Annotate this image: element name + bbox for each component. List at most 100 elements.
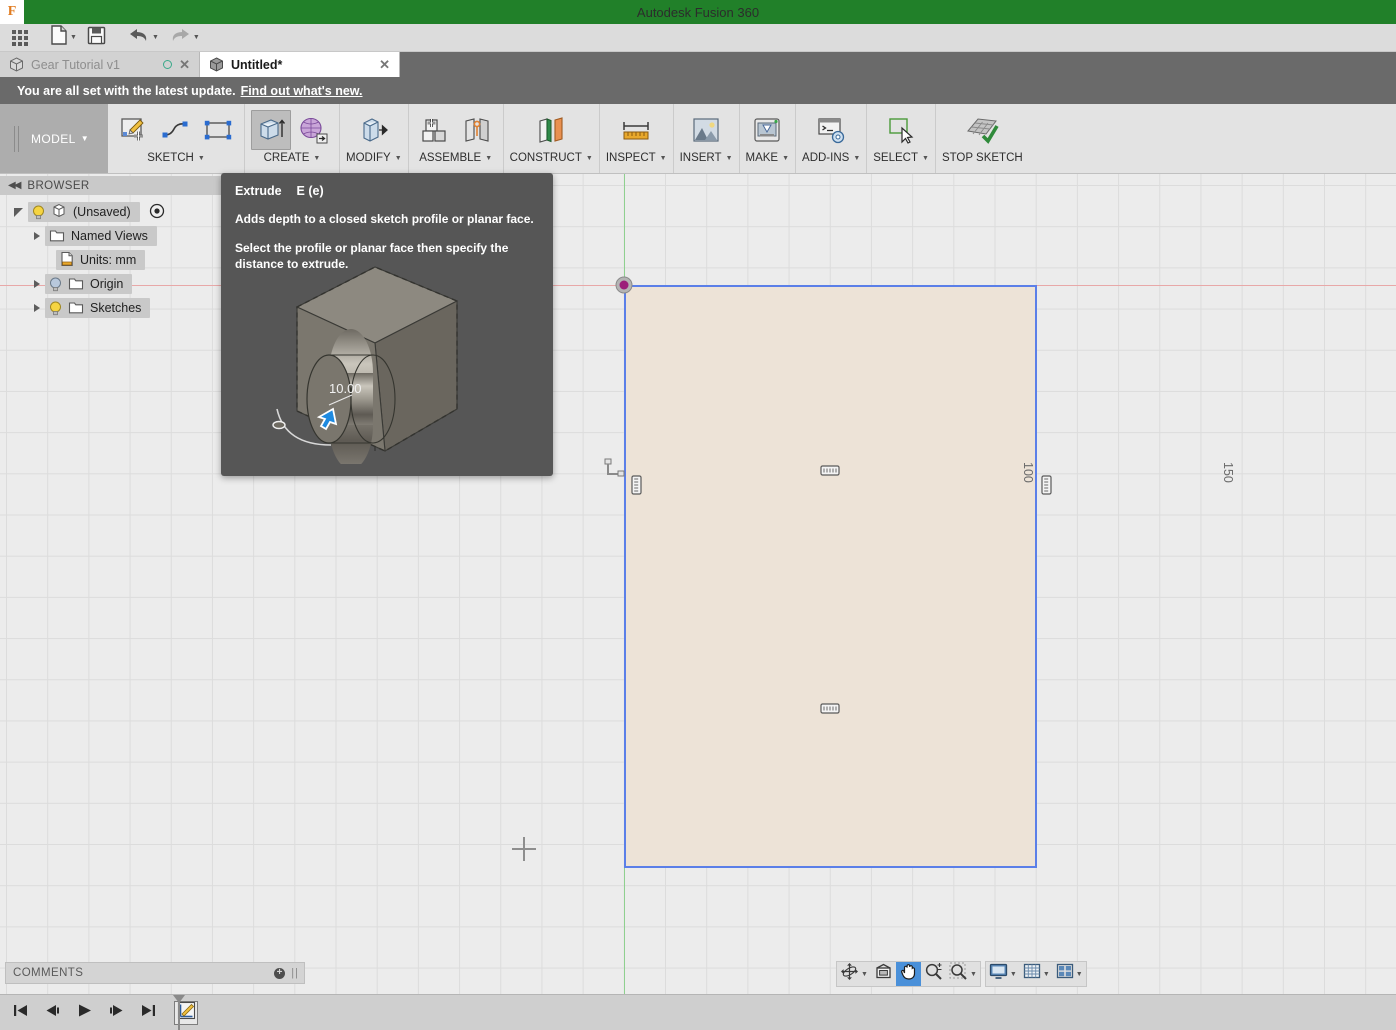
document-tab-gear-tutorial[interactable]: Gear Tutorial v1 ✕ [0,52,200,77]
display-settings-button[interactable]: ▼ [986,962,1020,986]
viewports-button[interactable]: ▼ [1053,962,1086,986]
grid-snaps-button[interactable]: ▼ [1020,962,1053,986]
document-tab-untitled[interactable]: Untitled* ✕ [200,52,400,77]
play-icon [76,1003,93,1023]
zoom-button[interactable] [921,962,946,986]
ribbon-drag-handle[interactable] [14,126,19,152]
stop-sketch-icon[interactable] [962,110,1002,150]
lightbulb-off-icon[interactable] [49,277,62,292]
comments-bar[interactable]: COMMENTS + | | [5,962,305,984]
3d-print-icon[interactable] [747,110,787,150]
chevron-down-icon[interactable]: ▼ [1043,971,1050,978]
crosshair-cursor-icon [512,837,536,861]
visibility-target-icon[interactable] [149,203,165,222]
close-icon[interactable]: ✕ [379,58,390,71]
chevron-down-icon[interactable]: ▼ [782,155,789,162]
select-cursor-icon[interactable] [881,110,921,150]
new-component-icon[interactable] [415,110,455,150]
pan-button[interactable] [896,962,921,986]
chevron-down-icon[interactable]: ▼ [861,971,868,978]
form-mesh-icon[interactable] [293,110,333,150]
vertical-constraint-left[interactable] [629,474,642,501]
tree-item-label: Units: mm [80,253,136,267]
chevron-down-icon[interactable]: ▼ [313,155,320,162]
lightbulb-on-icon[interactable] [49,301,62,316]
undo-button[interactable]: ▼ [124,25,163,51]
create-sketch-icon[interactable] [114,110,154,150]
chevron-down-icon[interactable]: ▼ [1076,971,1083,978]
timeline-playhead-icon[interactable] [172,994,186,1030]
comments-resize-handle[interactable]: | | [291,967,297,979]
skip-first-icon [12,1003,29,1023]
chevron-down-icon[interactable]: ▼ [922,155,929,162]
chevron-down-icon[interactable]: ▼ [586,155,593,162]
document-ruler-icon [60,251,74,270]
ribbon-group-label: MAKE [746,152,779,164]
pan-hand-icon [899,962,918,986]
ribbon-group-label: CREATE [264,152,310,164]
workspace-selector[interactable]: MODEL ▼ [0,104,108,173]
sketch-axis-gizmo-icon [601,457,627,488]
insert-image-icon[interactable] [686,110,726,150]
lightbulb-on-icon[interactable] [32,205,45,220]
horizontal-constraint-top[interactable] [819,462,841,483]
ribbon-group-make: MAKE ▼ [740,104,797,173]
plus-circle-icon[interactable]: + [274,968,285,979]
zoom-window-button[interactable]: ▼ [946,962,980,986]
tooltip-title: Extrude [235,184,282,198]
vertical-constraint-right[interactable] [1041,474,1054,501]
play-button[interactable] [72,1001,96,1025]
app-grid-button[interactable] [8,25,32,51]
save-button[interactable] [83,25,110,51]
chevron-right-icon[interactable] [34,232,40,240]
collapse-left-icon[interactable]: ◀◀ [8,180,19,191]
chevron-down-icon[interactable]: ▼ [395,155,402,162]
browser-title: BROWSER [27,180,89,192]
document-tab-bar: Gear Tutorial v1 ✕ Untitled* ✕ [0,52,1396,77]
ribbon-group-label: STOP SKETCH [942,152,1023,164]
tooltip-shortcut: E (e) [297,184,324,198]
chevron-down-icon[interactable]: ▼ [485,155,492,162]
chevron-down-icon[interactable] [14,208,23,217]
ribbon-group-stop-sketch[interactable]: STOP SKETCH [936,104,1029,173]
chevron-down-icon[interactable]: ▼ [970,971,977,978]
ruler-label-150: 150 [1221,462,1235,483]
title-bar: F Autodesk Fusion 360 [0,0,1396,24]
go-to-end-button[interactable] [136,1001,160,1025]
chevron-down-icon[interactable]: ▼ [660,155,667,162]
sketch-profile-rectangle[interactable] [624,285,1037,868]
look-at-button[interactable] [871,962,896,986]
extrude-icon[interactable] [251,110,291,150]
scripts-addins-icon[interactable] [811,110,851,150]
chevron-down-icon[interactable]: ▼ [198,155,205,162]
orbit-icon [840,962,859,986]
spline-icon[interactable] [156,110,196,150]
step-forward-icon [108,1003,125,1023]
sketch-origin-point-icon[interactable] [615,276,633,294]
cube-icon [51,203,67,221]
chevron-right-icon[interactable] [34,280,40,288]
notification-message: You are all set with the latest update. [17,84,236,98]
chevron-right-icon[interactable] [34,304,40,312]
measure-ruler-icon[interactable] [616,110,656,150]
new-file-button[interactable]: ▼ [46,25,81,51]
orbit-button[interactable]: ▼ [837,962,871,986]
folder-icon [68,300,84,317]
go-to-beginning-button[interactable] [8,1001,32,1025]
whats-new-link[interactable]: Find out what's new. [241,84,363,98]
cube-icon [209,57,224,72]
step-back-button[interactable] [40,1001,64,1025]
rectangle-icon[interactable] [198,110,238,150]
joint-icon[interactable] [457,110,497,150]
horizontal-constraint-bottom[interactable] [819,701,841,722]
chevron-down-icon[interactable]: ▼ [726,155,733,162]
chevron-down-icon[interactable]: ▼ [853,155,860,162]
offset-plane-icon[interactable] [531,110,571,150]
grid-snap-icon [1023,963,1041,985]
timeline-bar [0,994,1396,1030]
redo-button[interactable]: ▼ [165,25,204,51]
chevron-down-icon[interactable]: ▼ [1010,971,1017,978]
close-icon[interactable]: ✕ [179,58,190,71]
step-forward-button[interactable] [104,1001,128,1025]
press-pull-icon[interactable] [354,110,394,150]
